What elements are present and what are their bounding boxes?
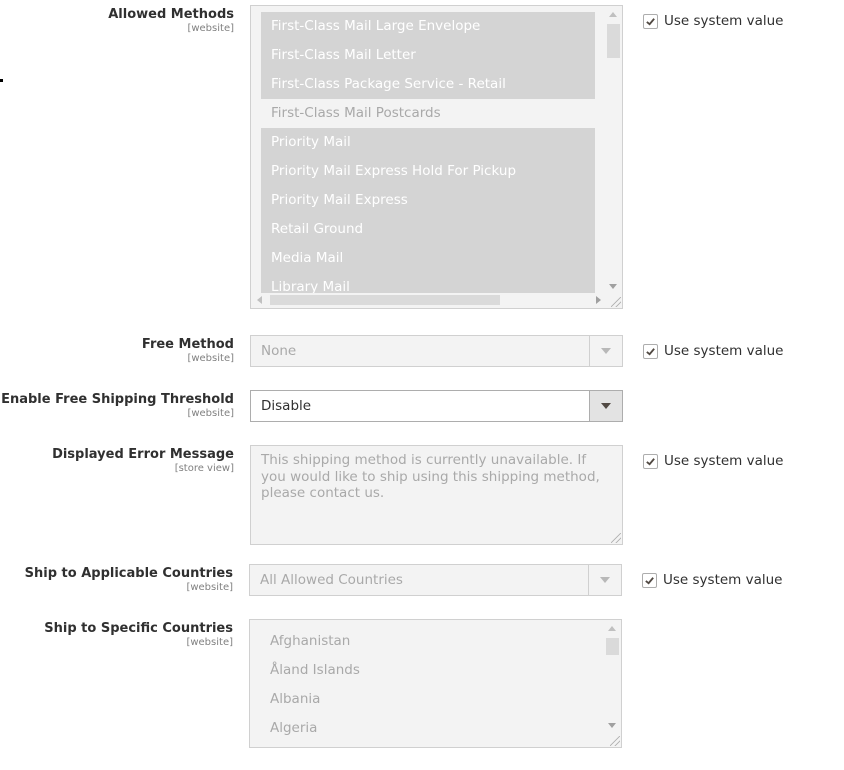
specific-countries-label: Ship to Specific Countries [website] xyxy=(0,621,233,649)
scroll-down-arrow-icon[interactable] xyxy=(609,284,617,289)
select-value: None xyxy=(261,343,297,359)
list-option[interactable]: Priority Mail Express Hold For Pickup xyxy=(261,157,595,186)
field-title: Ship to Specific Countries xyxy=(44,621,233,636)
field-scope: [website] xyxy=(186,637,233,648)
use-system-label: Use system value xyxy=(664,343,784,359)
use-system-label: Use system value xyxy=(664,453,784,469)
resize-grip-icon[interactable] xyxy=(611,297,621,307)
list-option[interactable]: Media Mail xyxy=(261,244,595,273)
list-option[interactable]: First-Class Mail Large Envelope xyxy=(261,12,595,41)
options-list: Afghanistan Åland Islands Albania Algeria xyxy=(260,627,594,747)
field-title: Allowed Methods xyxy=(108,7,234,22)
applicable-countries-use-system[interactable]: Use system value xyxy=(642,572,782,588)
scroll-left-arrow-icon[interactable] xyxy=(257,296,262,304)
field-title: Free Method xyxy=(141,337,234,352)
list-option[interactable]: Priority Mail xyxy=(261,128,595,157)
field-title: Ship to Applicable Countries xyxy=(24,566,233,581)
specific-countries-multiselect[interactable]: Afghanistan Åland Islands Albania Algeria xyxy=(249,619,622,748)
free-shipping-threshold-select[interactable]: Disable xyxy=(250,390,623,422)
list-option[interactable]: Retail Ground xyxy=(261,215,595,244)
error-message-textarea[interactable]: This shipping method is currently unavai… xyxy=(250,445,623,545)
resize-grip-icon[interactable] xyxy=(611,533,621,543)
select-value: All Allowed Countries xyxy=(260,572,403,588)
scroll-right-arrow-icon[interactable] xyxy=(596,296,601,304)
chevron-down-icon xyxy=(601,403,611,409)
vertical-scrollbar[interactable] xyxy=(605,622,619,732)
scrollbar-thumb[interactable] xyxy=(607,24,620,58)
free-method-use-system[interactable]: Use system value xyxy=(643,343,783,359)
list-option[interactable]: Priority Mail Express xyxy=(261,186,595,215)
list-option[interactable]: First-Class Package Service - Retail xyxy=(261,70,595,99)
field-scope: [website] xyxy=(187,353,234,364)
resize-grip-icon[interactable] xyxy=(610,736,620,746)
allowed-methods-multiselect[interactable]: First-Class Mail Large Envelope First-Cla… xyxy=(250,5,623,309)
applicable-countries-select[interactable]: All Allowed Countries xyxy=(249,564,622,596)
allowed-methods-use-system[interactable]: Use system value xyxy=(643,13,783,29)
list-option[interactable]: Algeria xyxy=(260,714,594,743)
allowed-methods-label: Allowed Methods [website] xyxy=(0,7,234,35)
field-scope: [website] xyxy=(186,582,233,593)
list-option[interactable]: First-Class Mail Postcards xyxy=(261,99,595,128)
dropdown-button[interactable] xyxy=(588,565,621,595)
use-system-label: Use system value xyxy=(663,572,783,588)
chevron-down-icon xyxy=(600,577,610,583)
list-option[interactable]: Albania xyxy=(260,685,594,714)
scroll-down-arrow-icon[interactable] xyxy=(608,723,616,728)
select-value: Disable xyxy=(261,398,312,414)
field-scope: [store view] xyxy=(174,463,234,474)
free-shipping-threshold-label: Enable Free Shipping Threshold [website] xyxy=(0,392,234,420)
checkbox-checked-icon[interactable] xyxy=(643,343,658,359)
checkbox-checked-icon[interactable] xyxy=(643,453,658,469)
scrollbar-thumb[interactable] xyxy=(270,295,500,305)
scroll-up-arrow-icon[interactable] xyxy=(608,626,616,631)
use-system-label: Use system value xyxy=(664,13,784,29)
chevron-down-icon xyxy=(601,348,611,354)
field-title: Enable Free Shipping Threshold xyxy=(1,392,234,407)
scroll-up-arrow-icon[interactable] xyxy=(609,12,617,17)
field-scope: [website] xyxy=(187,408,234,419)
dropdown-button[interactable] xyxy=(589,336,622,366)
list-option[interactable]: First-Class Mail Letter xyxy=(261,41,595,70)
textarea-value: This shipping method is currently unavai… xyxy=(261,452,600,501)
applicable-countries-label: Ship to Applicable Countries [website] xyxy=(0,566,233,594)
checkbox-checked-icon[interactable] xyxy=(642,572,657,588)
dropdown-button[interactable] xyxy=(589,391,622,421)
list-option[interactable]: Åland Islands xyxy=(260,656,594,685)
checkbox-checked-icon[interactable] xyxy=(643,13,658,29)
mouse-cursor xyxy=(0,79,3,82)
error-message-label: Displayed Error Message [store view] xyxy=(0,447,234,475)
error-message-use-system[interactable]: Use system value xyxy=(643,453,783,469)
free-method-select[interactable]: None xyxy=(250,335,623,367)
field-scope: [website] xyxy=(187,23,234,34)
field-title: Displayed Error Message xyxy=(52,447,234,462)
free-method-label: Free Method [website] xyxy=(0,337,234,365)
vertical-scrollbar[interactable] xyxy=(606,8,620,293)
scrollbar-thumb[interactable] xyxy=(606,638,619,655)
list-option[interactable]: Afghanistan xyxy=(260,627,594,656)
horizontal-scrollbar[interactable] xyxy=(253,293,605,306)
options-list: First-Class Mail Large Envelope First-Cla… xyxy=(261,12,595,297)
